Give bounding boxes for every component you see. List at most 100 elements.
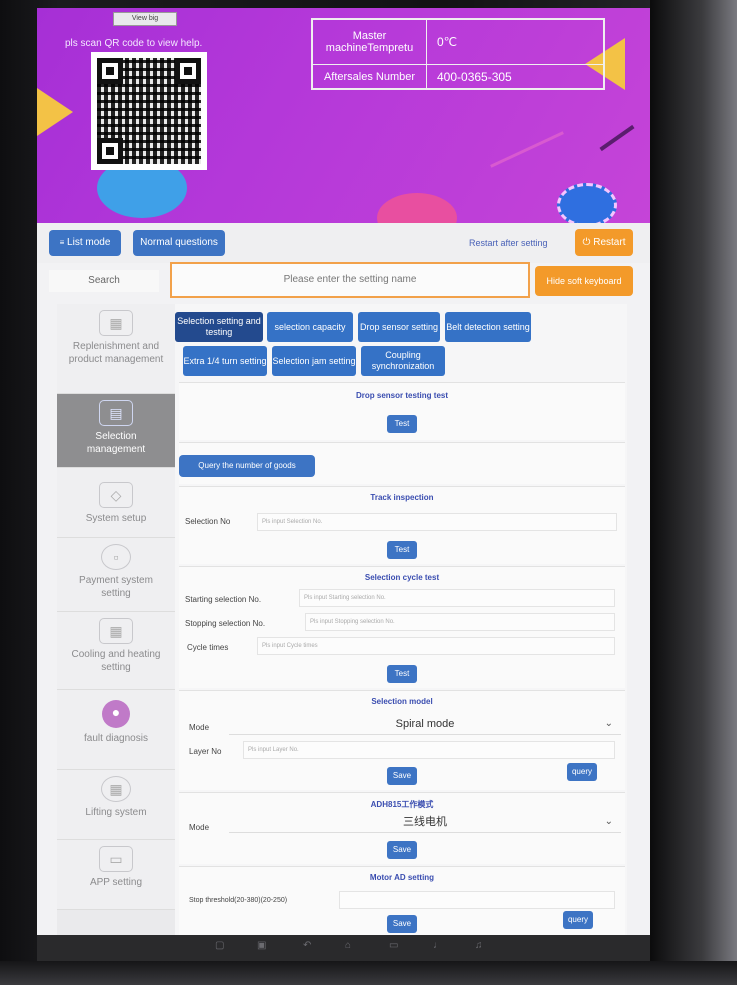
stop-threshold-input[interactable] <box>339 891 615 909</box>
motor-ad-section: Motor AD setting Stop threshold(20-380)(… <box>179 866 625 944</box>
drop-sensor-test-button[interactable]: Test <box>387 415 417 433</box>
qr-code <box>91 52 207 170</box>
restart-button[interactable]: ⏻ Restart <box>575 229 633 256</box>
query-goods-section: Query the number of goods <box>179 442 625 484</box>
tab-extra-turn[interactable]: Extra 1/4 turn setting <box>183 346 267 376</box>
sidebar-item-system-setup[interactable]: ◇ System setup <box>57 468 175 538</box>
machine-info-table: Master machineTempretu 0℃ Aftersales Num… <box>311 18 605 90</box>
system-nav-bar: ▢ ▣ ↶ ⌂ ▭ ♩ ♫ <box>37 935 650 961</box>
normal-questions-button[interactable]: Normal questions <box>133 230 225 256</box>
section-title: Selection model <box>371 697 433 706</box>
sidebar: ▦ Replenishment and product management ▤… <box>57 304 175 944</box>
sidebar-item-fault[interactable]: ● fault diagnosis <box>57 690 175 770</box>
screenshot-icon[interactable]: ▢ <box>215 940 224 951</box>
view-big-button[interactable]: View big <box>113 12 177 26</box>
sidebar-item-cooling[interactable]: ▦ Cooling and heating setting <box>57 612 175 690</box>
selection-model-section: Selection model Mode Spiral mode ⌄ Layer… <box>179 690 625 790</box>
stop-selection-input[interactable]: Pls input Stopping selection No. <box>305 613 615 631</box>
start-selection-label: Starting selection No. <box>185 595 262 604</box>
lifting-icon: ▦ <box>101 776 131 802</box>
tab-belt-detection[interactable]: Belt detection setting <box>445 312 531 342</box>
sidebar-item-lifting[interactable]: ▦ Lifting system <box>57 770 175 840</box>
master-temp-label: Master machineTempretu <box>312 18 427 66</box>
drop-sensor-section: Drop sensor testing test Test <box>179 382 625 440</box>
section-title: Track inspection <box>370 493 434 502</box>
layer-no-label: Layer No <box>189 747 222 756</box>
mode-select[interactable]: Spiral mode ⌄ <box>229 713 621 735</box>
device-bezel <box>0 961 737 985</box>
track-test-button[interactable]: Test <box>387 541 417 559</box>
motor-save-button[interactable]: Save <box>387 915 417 933</box>
cycle-times-label: Cycle times <box>187 643 229 652</box>
master-temp-value: 0℃ <box>426 18 604 66</box>
sidebar-item-label: Replenishment and product management <box>68 341 164 365</box>
layers-icon: ◇ <box>99 482 133 508</box>
cycle-test-section: Selection cycle test Starting selection … <box>179 566 625 688</box>
list-icon: ≡ <box>59 238 65 247</box>
sidebar-item-label: System setup <box>85 513 147 524</box>
app-icon: ▭ <box>99 846 133 872</box>
tab-drop-sensor[interactable]: Drop sensor setting <box>358 312 440 342</box>
aftersales-label: Aftersales Number <box>312 64 427 89</box>
layer-no-input[interactable]: Pls input Layer No. <box>243 741 615 759</box>
model-query-button[interactable]: query <box>567 763 597 781</box>
selection-no-label: Selection No <box>185 517 231 526</box>
volume-down-icon[interactable]: ♩ <box>433 940 443 951</box>
list-mode-button[interactable]: ≡ List mode <box>49 230 121 256</box>
decor-shape <box>557 183 617 223</box>
user-icon: ● <box>102 700 130 728</box>
cooling-icon: ▦ <box>99 618 133 644</box>
list-mode-label: List mode <box>67 237 111 248</box>
section-title: Drop sensor testing test <box>355 391 448 400</box>
home-icon[interactable]: ⌂ <box>345 940 351 951</box>
decor-line <box>490 131 564 168</box>
motor-query-button[interactable]: query <box>563 911 593 929</box>
sidebar-item-app[interactable]: ▭ APP setting <box>57 840 175 910</box>
cycle-test-button[interactable]: Test <box>387 665 417 683</box>
decor-shape <box>377 193 457 223</box>
aftersales-value: 400-0365-305 <box>426 64 604 89</box>
back-icon[interactable]: ↶ <box>303 940 311 951</box>
adh-save-button[interactable]: Save <box>387 841 417 859</box>
device-edge <box>650 0 737 985</box>
adh-mode-select[interactable]: 三线电机 ⌄ <box>229 811 621 833</box>
model-save-button[interactable]: Save <box>387 767 417 785</box>
adh815-section: ADH815工作模式 Mode 三线电机 ⌄ Save <box>179 792 625 864</box>
sidebar-item-label: APP setting <box>89 877 143 888</box>
decor-triangle <box>37 88 73 136</box>
restart-hint: Restart after setting <box>469 238 548 248</box>
hide-keyboard-button[interactable]: Hide soft keyboard <box>535 266 633 296</box>
start-selection-input[interactable]: Pls input Starting selection No. <box>299 589 615 607</box>
scan-help-text: pls scan QR code to view help. <box>65 38 203 49</box>
sidebar-item-replenishment[interactable]: ▦ Replenishment and product management <box>57 304 175 394</box>
camera-icon[interactable]: ▣ <box>257 940 266 951</box>
chevron-down-icon: ⌄ <box>604 816 613 827</box>
chevron-down-icon: ⌄ <box>604 718 613 729</box>
sidebar-item-payment[interactable]: ▫ Payment system setting <box>57 538 175 612</box>
replenishment-icon: ▦ <box>99 310 133 336</box>
tab-selection-jam[interactable]: Selection jam setting <box>272 346 356 376</box>
selection-no-input[interactable]: Pls input Selection No. <box>257 513 617 531</box>
section-title: Selection cycle test <box>364 573 440 582</box>
volume-up-icon[interactable]: ♫ <box>475 940 483 951</box>
sidebar-item-label: Cooling and heating setting <box>71 649 161 673</box>
tab-selection-capacity[interactable]: selection capacity <box>267 312 353 342</box>
search-input[interactable]: Please enter the setting name <box>170 262 530 298</box>
recent-apps-icon[interactable]: ▭ <box>389 940 398 951</box>
stop-threshold-label: Stop threshold(20-380)(20-250) <box>189 897 288 904</box>
cycle-times-input[interactable]: Pls input Cycle times <box>257 637 615 655</box>
adh-mode-label: Mode <box>189 823 210 832</box>
power-icon: ⏻ <box>582 237 591 248</box>
selection-icon: ▤ <box>99 400 133 426</box>
sidebar-item-label: fault diagnosis <box>84 733 148 744</box>
query-goods-button[interactable]: Query the number of goods <box>179 455 315 477</box>
sidebar-item-selection[interactable]: ▤ Selection management <box>57 394 175 468</box>
decor-line <box>599 124 635 152</box>
payment-icon: ▫ <box>101 544 131 570</box>
search-label: Search <box>49 270 159 292</box>
toolbar <box>37 223 650 263</box>
section-title: ADH815工作模式 <box>370 800 434 809</box>
sidebar-item-label: Selection management <box>86 431 146 455</box>
tab-coupling[interactable]: Coupling synchronization <box>361 346 445 376</box>
tab-selection-setting[interactable]: Selection setting and testing <box>175 312 263 342</box>
